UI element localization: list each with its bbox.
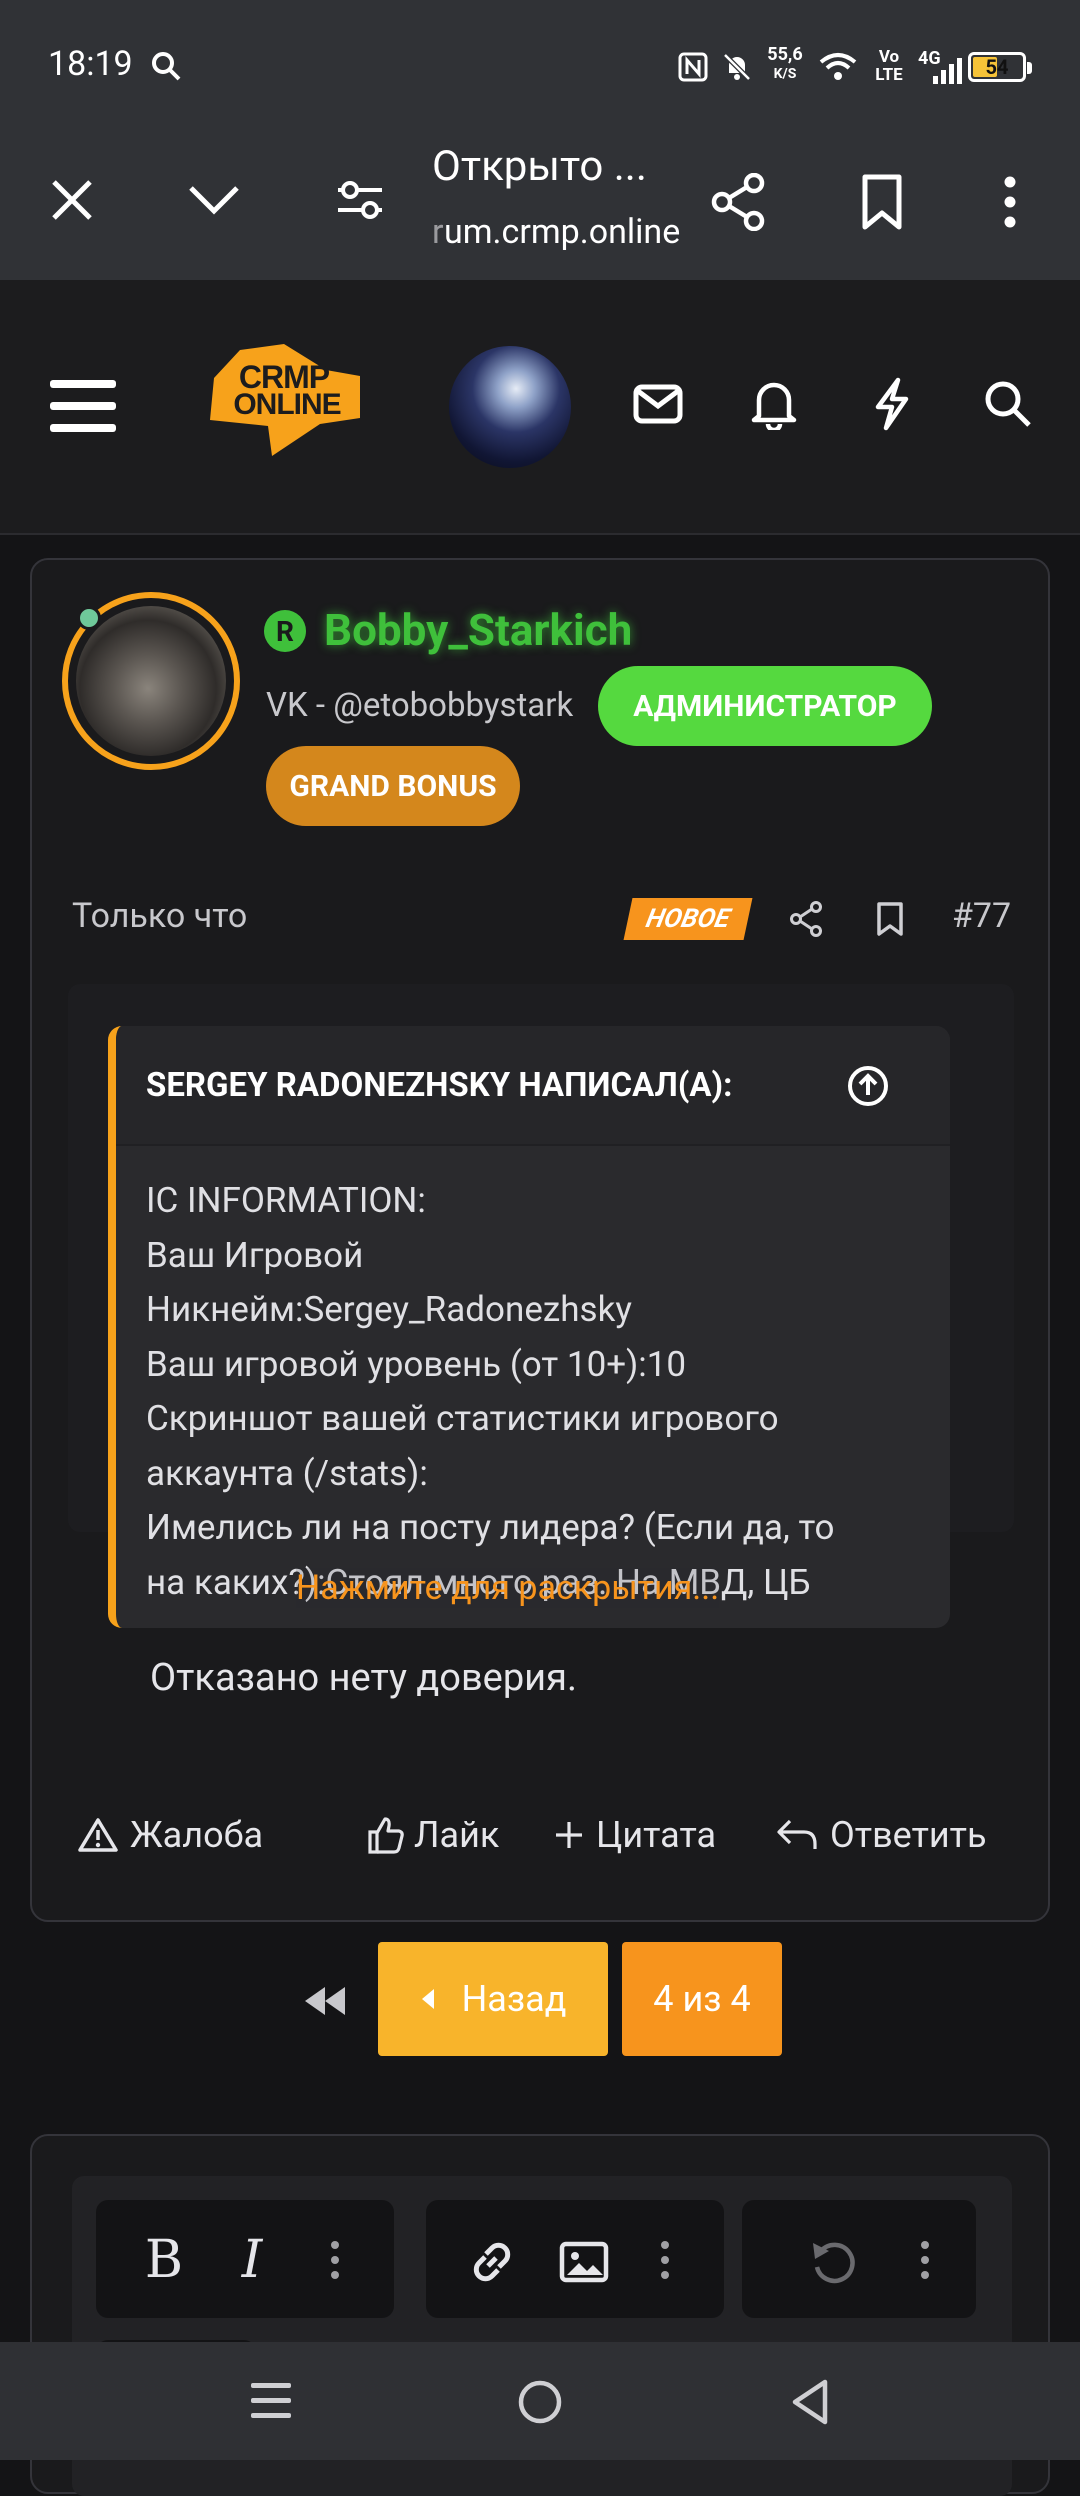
jump-to-quote-icon[interactable] bbox=[846, 1064, 890, 1108]
toolbar-group-history bbox=[742, 2200, 976, 2318]
page-title: Открыто ... bbox=[432, 142, 647, 191]
grand-bonus-badge: GRAND BONUS bbox=[266, 746, 520, 826]
quote-line: IC INFORMATION: bbox=[146, 1180, 426, 1221]
online-indicator bbox=[77, 606, 101, 630]
current-page[interactable]: 4 из 4 bbox=[622, 1942, 782, 2056]
author-name[interactable]: Bobby_Starkich bbox=[324, 604, 632, 656]
more-vert-icon[interactable] bbox=[990, 170, 1030, 234]
search-status-icon bbox=[148, 48, 184, 84]
like-button[interactable]: Лайк bbox=[366, 1810, 499, 1860]
italic-icon[interactable]: I bbox=[226, 2230, 278, 2290]
browser-toolbar: Открыто ... r um.crmp.online bbox=[0, 120, 1080, 280]
thumbs-up-icon bbox=[368, 1817, 404, 1854]
post-content: SERGEY RADONEZHSKY НАПИСАЛ(А): IC INFORM… bbox=[68, 984, 1014, 1700]
quote-line: Ваш Игровой bbox=[146, 1234, 364, 1276]
post-time[interactable]: Только что bbox=[72, 896, 247, 936]
link-icon[interactable] bbox=[464, 2234, 520, 2290]
page-settings-icon[interactable] bbox=[330, 170, 390, 230]
bookmark-icon[interactable] bbox=[852, 170, 912, 234]
mute-icon bbox=[720, 50, 754, 84]
post-bookmark-icon[interactable] bbox=[868, 896, 912, 942]
share-icon[interactable] bbox=[706, 170, 770, 234]
new-label: НОВОЕ bbox=[623, 898, 753, 940]
hamburger-menu-icon[interactable] bbox=[48, 376, 118, 436]
mail-icon[interactable] bbox=[628, 376, 688, 432]
caret-left-icon bbox=[421, 1989, 434, 2009]
quote-author[interactable]: SERGEY RADONEZHSKY НАПИСАЛ(А): bbox=[146, 1066, 732, 1105]
signal-icon bbox=[930, 56, 964, 84]
quote-line: Никнейм:Sergey_Radonezhsky bbox=[146, 1289, 632, 1330]
close-icon[interactable] bbox=[42, 170, 102, 230]
more-history-icon[interactable] bbox=[912, 2234, 938, 2286]
post-body-text: Отказано нету доверия. bbox=[150, 1656, 577, 1700]
author-avatar[interactable] bbox=[62, 592, 240, 770]
toolbar-group-format: B I bbox=[96, 2200, 394, 2318]
wifi-icon bbox=[818, 50, 858, 84]
quote-line: Ваш игровой уровень (от 10+):10 bbox=[146, 1343, 687, 1385]
volte-top: Vo bbox=[878, 47, 900, 67]
quote-line: Имелись ли на посту лидера? (Если да, то bbox=[146, 1507, 835, 1548]
battery-level: 54 bbox=[985, 55, 1009, 79]
search-icon[interactable] bbox=[978, 374, 1038, 434]
warning-icon bbox=[78, 1818, 118, 1852]
like-label: Лайк bbox=[414, 1814, 500, 1856]
home-icon[interactable] bbox=[512, 2374, 568, 2430]
recent-apps-icon[interactable] bbox=[244, 2374, 298, 2428]
quote-button[interactable]: Цитата bbox=[554, 1810, 716, 1860]
forum-post: R Bobby_Starkich VK - @etobobbystark АДМ… bbox=[30, 558, 1050, 1922]
undo-icon[interactable] bbox=[806, 2234, 862, 2290]
quote-header[interactable]: SERGEY RADONEZHSKY НАПИСАЛ(А): bbox=[116, 1026, 950, 1146]
author-subtitle: VK - @etobobbystark bbox=[266, 686, 574, 725]
lightning-icon[interactable] bbox=[862, 374, 922, 434]
more-insert-icon[interactable] bbox=[652, 2234, 678, 2286]
bell-icon[interactable] bbox=[744, 374, 804, 434]
quote-block: SERGEY RADONEZHSKY НАПИСАЛ(А): IC INFORM… bbox=[108, 1026, 950, 1628]
prev-page-button[interactable]: Назад bbox=[378, 1942, 608, 2056]
url-faded: r bbox=[432, 212, 444, 252]
report-button[interactable]: Жалоба bbox=[78, 1810, 263, 1860]
admin-badge: АДМИНИСТРАТОР bbox=[598, 666, 932, 746]
quote-line: аккаунта (/stats): bbox=[146, 1452, 428, 1494]
expand-quote-link[interactable]: Нажмите для раскрытия... bbox=[296, 1568, 720, 1608]
quote-line: Скриншот вашей статистики игрового bbox=[146, 1398, 779, 1439]
plus-icon bbox=[556, 1822, 582, 1848]
bold-icon[interactable]: B bbox=[138, 2230, 190, 2290]
nfc-icon bbox=[676, 50, 710, 84]
system-nav-bar bbox=[0, 2342, 1080, 2460]
post-number[interactable]: #77 bbox=[952, 896, 1011, 936]
reply-icon bbox=[777, 1819, 817, 1849]
net-speed-unit: K/S bbox=[773, 66, 797, 82]
battery-icon: 54 bbox=[968, 52, 1032, 82]
net-speed-value: 55,6 bbox=[767, 44, 803, 65]
image-icon[interactable] bbox=[556, 2234, 612, 2290]
toolbar-group-insert bbox=[426, 2200, 724, 2318]
chevron-down-icon[interactable] bbox=[184, 170, 244, 230]
status-bar: 18:19 55,6 K/S Vo LTE 4G 54 bbox=[0, 0, 1080, 120]
back-icon[interactable] bbox=[782, 2374, 838, 2430]
reply-label: Ответить bbox=[830, 1814, 987, 1856]
site-header: CRMP ONLINE bbox=[0, 280, 1080, 535]
site-logo[interactable]: CRMP ONLINE bbox=[210, 342, 360, 456]
user-avatar[interactable] bbox=[449, 346, 571, 468]
author-rank-icon: R bbox=[264, 610, 306, 652]
reply-button[interactable]: Ответить bbox=[776, 1810, 987, 1860]
page-url[interactable]: um.crmp.online bbox=[444, 212, 680, 252]
volte-bottom: LTE bbox=[875, 65, 903, 85]
clock: 18:19 bbox=[48, 44, 133, 84]
report-label: Жалоба bbox=[130, 1814, 264, 1856]
prev-page-label: Назад bbox=[461, 1978, 567, 2020]
logo-text-bottom: ONLINE bbox=[233, 388, 341, 421]
quote-label: Цитата bbox=[596, 1814, 717, 1856]
quote-text: IC INFORMATION: Ваш Игровой Никнейм:Serg… bbox=[146, 1174, 946, 1610]
first-page-icon[interactable] bbox=[300, 1976, 350, 2026]
post-share-icon[interactable] bbox=[784, 896, 828, 942]
more-format-icon[interactable] bbox=[322, 2234, 348, 2286]
